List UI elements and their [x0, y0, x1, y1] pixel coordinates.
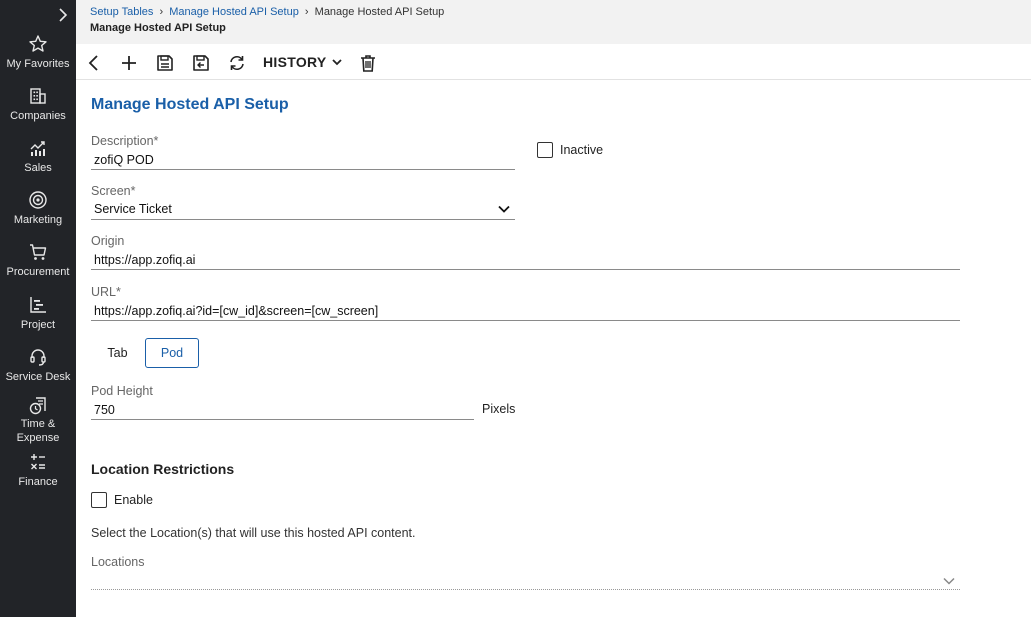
- trash-icon: [361, 55, 375, 72]
- cart-icon: [30, 244, 47, 260]
- add-button[interactable]: [118, 52, 140, 74]
- sidebar-item-companies[interactable]: Companies: [0, 86, 76, 123]
- sidebar-item-procurement[interactable]: Procurement: [0, 242, 76, 279]
- building-icon: [30, 88, 46, 104]
- screen-select[interactable]: Service Ticket: [91, 200, 515, 220]
- enable-label: Enable: [114, 493, 153, 507]
- breadcrumb-chevron-icon: ›: [159, 6, 164, 18]
- plus-icon: [122, 56, 136, 70]
- chevron-down-icon: [498, 205, 510, 213]
- sidebar-item-project[interactable]: Project: [0, 295, 76, 332]
- target-icon: [29, 191, 47, 209]
- location-restrictions-title: Location Restrictions: [91, 461, 235, 477]
- display-tab-option[interactable]: Tab: [95, 338, 140, 368]
- pod-height-input[interactable]: [91, 400, 474, 420]
- breadcrumb-current: Manage Hosted API Setup: [314, 6, 445, 18]
- sidebar-item-label: Time &: [20, 418, 56, 430]
- clock-receipt-icon: [29, 397, 46, 415]
- sidebar-item-sales[interactable]: Sales: [0, 138, 76, 175]
- sidebar-item-label-line2: Expense: [16, 432, 60, 444]
- enable-checkbox[interactable]: [91, 492, 107, 508]
- locations-help-text: Select the Location(s) that will use thi…: [91, 526, 416, 540]
- page-title: Manage Hosted API Setup: [91, 96, 289, 113]
- pod-height-unit: Pixels: [482, 402, 516, 416]
- page-subtitle: Manage Hosted API Setup: [90, 22, 226, 34]
- sidebar-item-label: Procurement: [6, 266, 70, 278]
- delete-button[interactable]: [357, 52, 379, 74]
- breadcrumb-link-setup-tables[interactable]: Setup Tables: [90, 6, 153, 18]
- origin-input[interactable]: [91, 250, 960, 270]
- sidebar-expand-chevron-icon[interactable]: [54, 6, 72, 24]
- sidebar-item-time-expense[interactable]: Time & Expense: [0, 396, 76, 445]
- headset-icon: [30, 349, 46, 366]
- sidebar-item-label: Project: [20, 319, 56, 331]
- calculator-icon: [31, 454, 45, 470]
- description-input[interactable]: [91, 150, 515, 170]
- sidebar-item-service-desk[interactable]: Service Desk: [0, 347, 76, 384]
- sidebar-item-label: Companies: [10, 110, 66, 122]
- url-input[interactable]: [91, 301, 960, 321]
- back-button[interactable]: [83, 52, 105, 74]
- refresh-icon: [230, 55, 244, 71]
- screen-label: Screen*: [91, 184, 136, 198]
- screen-selected-value: Service Ticket: [94, 202, 172, 216]
- sidebar-item-my-favorites[interactable]: My Favorites: [0, 34, 76, 71]
- sidebar-item-finance[interactable]: Finance: [0, 452, 76, 489]
- save-icon: [157, 55, 173, 71]
- refresh-button[interactable]: [226, 52, 248, 74]
- sidebar-item-label: Marketing: [13, 214, 63, 226]
- sidebar: My Favorites Companies Sales Marketing P…: [0, 0, 76, 617]
- breadcrumb-link-manage-hosted-api[interactable]: Manage Hosted API Setup: [169, 6, 299, 18]
- project-chart-icon: [30, 297, 46, 313]
- breadcrumb-chevron-icon: ›: [304, 6, 309, 18]
- chart-icon: [30, 141, 45, 156]
- description-label: Description*: [91, 134, 159, 148]
- sidebar-item-label: My Favorites: [6, 58, 70, 70]
- history-dropdown[interactable]: HISTORY: [263, 54, 343, 70]
- header: Setup Tables › Manage Hosted API Setup ›…: [76, 0, 1031, 44]
- locations-select[interactable]: [91, 572, 960, 590]
- sidebar-item-label: Service Desk: [5, 371, 71, 383]
- save-button[interactable]: [154, 52, 176, 74]
- inactive-checkbox[interactable]: [537, 142, 553, 158]
- chevron-down-icon: [331, 59, 342, 66]
- save-close-icon: [193, 55, 209, 71]
- url-label: URL*: [91, 285, 121, 299]
- sidebar-item-marketing[interactable]: Marketing: [0, 190, 76, 227]
- origin-label: Origin: [91, 234, 125, 248]
- star-icon: [29, 35, 47, 52]
- toolbar: HISTORY: [76, 44, 1031, 80]
- inactive-label: Inactive: [560, 143, 604, 157]
- sidebar-item-label: Finance: [18, 476, 58, 488]
- display-pod-option[interactable]: Pod: [145, 338, 199, 368]
- breadcrumb: Setup Tables › Manage Hosted API Setup ›…: [90, 5, 444, 19]
- sidebar-item-label: Sales: [24, 162, 52, 174]
- history-label: HISTORY: [263, 54, 327, 70]
- chevron-down-icon: [943, 577, 955, 585]
- chevron-left-icon: [88, 55, 98, 71]
- locations-label: Locations: [91, 555, 145, 569]
- save-and-close-button[interactable]: [190, 52, 212, 74]
- pod-height-label: Pod Height: [91, 384, 153, 398]
